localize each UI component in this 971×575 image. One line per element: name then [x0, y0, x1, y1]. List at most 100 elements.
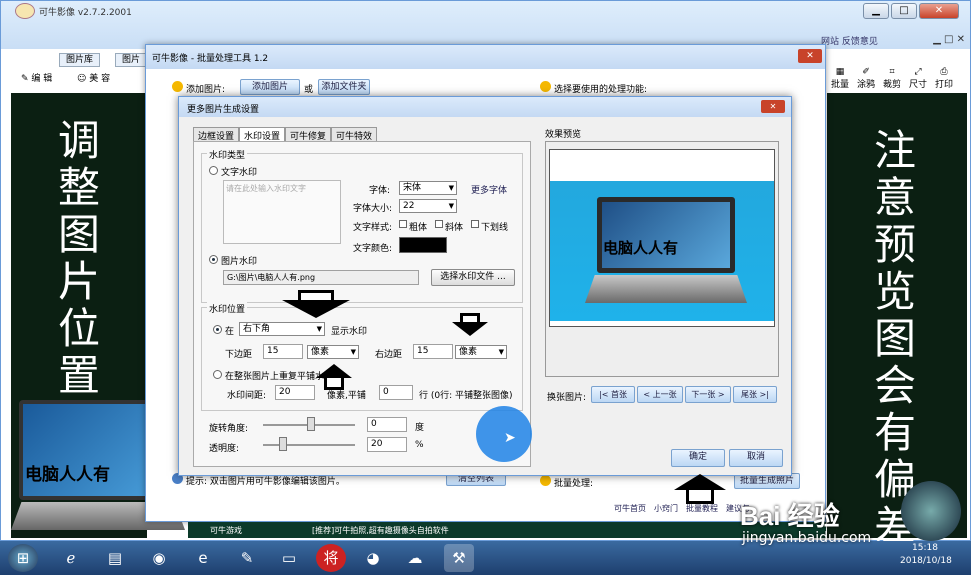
last-image-button[interactable]: 尾张 >| — [733, 386, 777, 403]
underline-label: 下划线 — [481, 223, 509, 233]
next-image-button[interactable]: 下一张 > — [685, 386, 731, 403]
tool-edit[interactable]: ✎ 编 辑 — [21, 71, 52, 84]
clock-time: 15:18 — [912, 543, 938, 553]
close-button[interactable]: ✕ — [919, 3, 959, 19]
planet-decoration — [901, 481, 961, 541]
tool-batch[interactable]: ▦ 批量 — [831, 67, 849, 93]
kniu-taskbar-icon[interactable]: ⚒ — [444, 544, 474, 572]
thumb-watermark-text: 电脑人人有 — [25, 465, 110, 485]
dialog-title-bar — [179, 97, 791, 117]
choose-wm-file-button[interactable]: 选择水印文件 ... — [431, 269, 515, 286]
ticker-text[interactable]: [推荐]可牛拍照,超有趣摄像头自拍软件 — [312, 525, 449, 536]
tile-radio[interactable] — [213, 370, 222, 379]
opacity-slider-thumb[interactable] — [279, 437, 287, 451]
opacity-input[interactable]: 20 — [367, 437, 407, 452]
underline-checkbox[interactable] — [471, 220, 479, 228]
more-font-link[interactable]: 更多字体 — [471, 183, 507, 196]
site-url: jingyan.baidu.com — [742, 530, 872, 546]
switch-image-label: 换张图片: — [547, 393, 587, 403]
rotate-input[interactable]: 0 — [367, 417, 407, 432]
start-button-icon[interactable]: ⊞ — [8, 544, 38, 572]
add-folder-button[interactable]: 添加文件夹 — [318, 79, 370, 95]
italic-label: 斜体 — [445, 223, 464, 233]
size-label: 字体大小: — [353, 204, 393, 214]
tool-print[interactable]: ⎙ 打印 — [935, 67, 953, 93]
right-margin-label: 右边距 — [375, 350, 403, 360]
annotation-arrow-down-large — [278, 290, 354, 320]
tab-image[interactable]: 图片 — [115, 53, 148, 67]
right-toolbar: ▦ 批量 ✐ 涂鸦 ⌗ 裁剪 ⤢ 尺寸 ⎙ 打印 — [827, 67, 957, 93]
minimize-button[interactable]: ▁ — [863, 3, 889, 19]
media-icon[interactable]: ◉ — [144, 544, 174, 572]
baidu-brand: Bai 经验 — [740, 501, 840, 531]
folder-icon[interactable]: ▭ — [274, 544, 304, 572]
ok-button[interactable]: 确定 — [671, 449, 725, 467]
tab-library[interactable]: 图片库 — [59, 53, 101, 67]
wm-text-area[interactable]: 请在此处输入水印文字 — [223, 180, 341, 244]
explorer-icon[interactable]: ▤ — [100, 544, 130, 572]
tool-size[interactable]: ⤢ 尺寸 — [909, 67, 927, 93]
add-image-button[interactable]: 添加图片 — [240, 79, 300, 95]
italic-checkbox[interactable] — [435, 220, 443, 228]
game-icon[interactable]: 将 — [316, 544, 346, 572]
choose-function-label: 选择要使用的处理功能: — [554, 85, 648, 95]
dialog-close-button[interactable]: ✕ — [761, 100, 785, 113]
cancel-button[interactable]: 取消 — [729, 449, 783, 467]
bottom-margin-label: 下边距 — [225, 350, 253, 360]
show-wm-label: 显示水印 — [331, 327, 368, 337]
bottom-unit-select[interactable]: 像素 — [307, 345, 359, 359]
footer-link-home[interactable]: 可牛首页 — [614, 503, 646, 514]
tile-rows-input[interactable]: 0 — [379, 385, 413, 400]
preview-watermark-text: 电脑人人有 — [603, 239, 679, 257]
annotation-arrow-up-large — [672, 474, 728, 506]
annotation-arrow-down-small — [450, 313, 490, 339]
text-wm-radio[interactable] — [209, 166, 218, 175]
or-text: 或 — [304, 85, 314, 95]
wm-type-label: 水印类型 — [207, 148, 248, 161]
bold-checkbox[interactable] — [399, 220, 407, 228]
header-links[interactable]: 网站 反馈意见 — [821, 34, 878, 47]
first-image-button[interactable]: |< 首张 — [591, 386, 635, 403]
spacing-input[interactable]: 20 — [275, 385, 315, 400]
dialog-title: 更多图片生成设置 — [187, 105, 260, 115]
prev-image-button[interactable]: < 上一张 — [637, 386, 683, 403]
bold-label: 粗体 — [409, 223, 428, 233]
color-swatch[interactable] — [399, 237, 447, 253]
preview-laptop-base — [585, 275, 747, 303]
app-icon[interactable]: ◕ — [358, 544, 388, 572]
right-margin-input[interactable]: 15 — [413, 344, 453, 359]
tile-rows-note: 行 (0行: 平铺整张图像) — [419, 391, 513, 401]
color-label: 文字颜色: — [353, 244, 393, 254]
tool-crop[interactable]: ⌗ 裁剪 — [883, 67, 901, 93]
tool-doodle[interactable]: ✐ 涂鸦 — [857, 67, 875, 93]
browser-icon[interactable]: e — [188, 544, 218, 572]
tool-beauty[interactable]: ☺ 美 容 — [77, 71, 110, 84]
maximize-button[interactable]: □ — [891, 3, 917, 19]
spacing-label: 水印间距: — [227, 391, 267, 401]
batch-close-button[interactable]: ✕ — [798, 49, 822, 63]
right-unit-select[interactable]: 像素 — [455, 345, 507, 359]
font-label: 字体: — [369, 186, 391, 196]
bottom-margin-input[interactable]: 15 — [263, 344, 303, 359]
size-select[interactable]: 22 — [399, 199, 457, 213]
cloud-icon[interactable]: ☁ — [400, 544, 430, 572]
font-select[interactable]: 宋体 — [399, 181, 457, 195]
paint-icon[interactable]: ✎ — [232, 544, 262, 572]
games-link[interactable]: 可牛游戏 — [210, 525, 242, 536]
img-wm-radio[interactable] — [209, 255, 218, 264]
rotate-slider-thumb[interactable] — [307, 417, 315, 431]
opacity-slider-track[interactable] — [263, 444, 355, 446]
at-label: 在 — [225, 327, 235, 337]
inner-window-controls[interactable]: ▁ □ ✕ — [925, 34, 965, 45]
opacity-label: 透明度: — [209, 444, 240, 454]
rotate-label: 旋转角度: — [209, 424, 249, 434]
add-bullet-icon — [172, 81, 183, 92]
batch-process-label: 批量处理: — [554, 479, 594, 489]
position-radio[interactable] — [213, 325, 222, 334]
preview-label: 效果预览 — [545, 130, 582, 140]
preview-laptop-screen — [597, 197, 735, 273]
ie-icon[interactable]: ℯ — [56, 544, 86, 572]
corner-select[interactable]: 右下角 — [239, 322, 325, 336]
app-logo-icon — [15, 3, 35, 19]
img-path-field[interactable]: G:\图片\电脑人人有.png — [223, 270, 419, 285]
